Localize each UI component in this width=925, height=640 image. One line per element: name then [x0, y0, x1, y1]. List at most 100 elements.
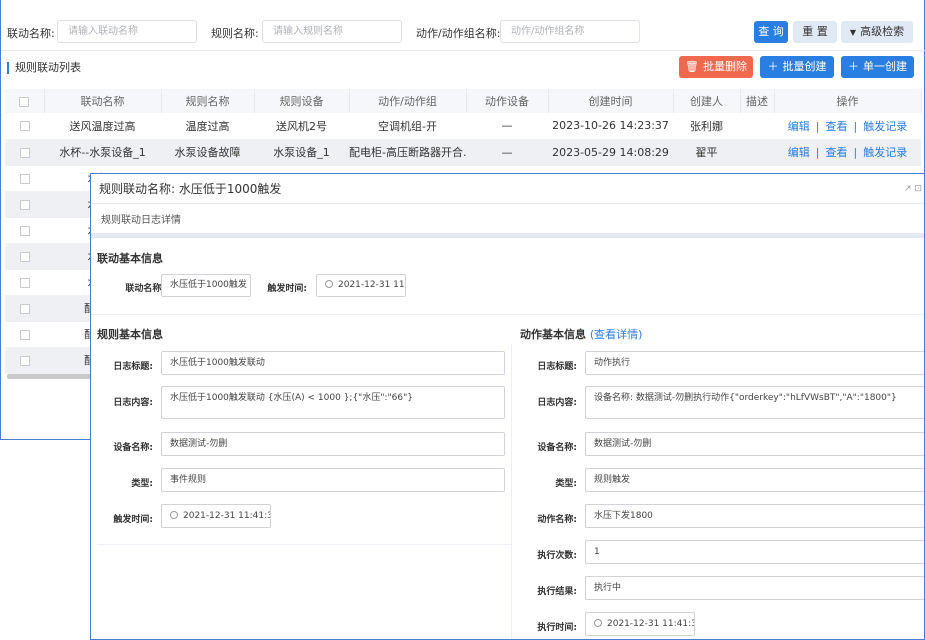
rule-section-title: 规则基本信息 [97, 328, 163, 341]
linkage-name-label: 联动名称: [125, 284, 165, 294]
linkage-name-label: 联动名称: [7, 27, 55, 40]
separator: | [815, 146, 820, 159]
action-type-label: 类型: [555, 479, 577, 489]
linkage-name-input[interactable]: 请输入联动名称 [57, 20, 197, 43]
advanced-search-label: 高级检索 [860, 25, 905, 38]
batch-delete-button[interactable]: 🗑 批量删除 [679, 56, 753, 78]
row-checkbox[interactable] [5, 269, 44, 296]
row-checkbox[interactable] [5, 243, 44, 270]
rule-type-label: 类型: [131, 479, 153, 489]
batch-delete-label: 批量删除 [702, 60, 747, 73]
table-cell: 送风温度过高 [44, 113, 161, 140]
trigger-log-link[interactable]: 触发记录 [863, 146, 907, 159]
table-cell: 2023-05-29 14:08:29 [548, 139, 673, 166]
exec-result-field[interactable]: 执行中 [585, 576, 924, 600]
table-row[interactable]: 送风温度过高 温度过高 送风机2号 空调机组-开 —2023-10-26 14:23:3… [5, 113, 921, 140]
table-cell: 温度过高 [161, 113, 254, 140]
table-row[interactable]: 水杯--水泵设备_1 水泵设备故障 水泵设备_1 配电柜-高压断路器开合... —202… [5, 139, 921, 166]
rule-log-title-field[interactable]: 水压低于1000触发联动 [161, 351, 505, 375]
view-link[interactable]: 查看 [826, 120, 848, 133]
row-actions: 编辑 | 查看 | 触发记录 [774, 139, 921, 166]
exec-time-field[interactable]: 2021-12-31 11:41:38 [585, 612, 695, 636]
trash-icon: 🗑 [685, 60, 699, 73]
expand-icon[interactable]: ↗ ⊡ [904, 184, 922, 194]
exec-count-field[interactable]: 1 [585, 540, 924, 564]
action-log-content-field[interactable]: 设备名称: 数据测试-勿删执行动作{"orderkey":"hLfVWsBT",… [585, 386, 924, 419]
exec-time-label: 执行时间: [537, 623, 577, 633]
batch-create-label: 批量创建 [782, 60, 827, 73]
view-details-link[interactable]: (查看详情) [590, 328, 643, 341]
dialog-subtitle: 规则联动日志详情 [91, 204, 924, 238]
table-cell: — [466, 113, 548, 140]
separator: | [815, 119, 820, 133]
action-section-title: 动作基本信息 (查看详情) [520, 326, 642, 342]
clock-icon [170, 511, 178, 519]
table-cell: 张利娜 [673, 113, 740, 140]
row-checkbox[interactable] [5, 165, 44, 192]
row-checkbox[interactable] [5, 295, 44, 322]
linkage-log-dialog: 规则联动名称: 水压低于1000触发 ↗ ⊡ 规则联动日志详情 联动基本信息 联… [90, 173, 925, 640]
reset-button[interactable]: 重 置 [793, 21, 837, 43]
row-actions: 编辑 | 查看 | 触发记录 [774, 113, 921, 140]
rule-device-label: 设备名称: [113, 443, 153, 453]
exec-count-label: 执行次数: [537, 551, 577, 561]
table-cell: 送风机2号 [254, 113, 349, 140]
linkage-name-field[interactable]: 水压低于1000触发 [161, 274, 251, 297]
table-cell: 水泵设备_1 [254, 139, 349, 166]
table-cell: 空调机组-开 [349, 113, 466, 140]
column-header: 动作设备 [466, 89, 549, 113]
table-cell: 翟平 [673, 139, 740, 166]
caret-down-icon: ▼ [849, 28, 857, 37]
single-create-button[interactable]: ＋ 单一创建 [841, 56, 914, 78]
table-cell: 配电柜-高压断路器开合... [349, 139, 466, 166]
row-checkbox[interactable] [5, 321, 44, 348]
column-header: 操作 [774, 89, 922, 113]
action-name-label: 动作名称: [537, 515, 577, 525]
exec-result-label: 执行结果: [537, 587, 577, 597]
action-section-label: 动作基本信息 [520, 328, 586, 341]
action-name-field[interactable]: 水压下发1800 [585, 504, 924, 528]
trigger-time-field[interactable]: 2021-12-31 11:41:3 [316, 274, 406, 297]
row-checkbox[interactable] [5, 113, 44, 140]
column-header: 规则名称 [161, 89, 255, 113]
select-all-checkbox[interactable] [5, 89, 45, 113]
action-type-field[interactable]: 规则触发 [585, 468, 924, 492]
batch-create-button[interactable]: ＋批量创建 [760, 56, 834, 78]
search-bar: 联动名称: 请输入联动名称 规则名称: 请输入规则名称 动作/动作组名称: 动作… [1, 18, 925, 46]
advanced-search-button[interactable]: ▼ 高级检索 [841, 21, 913, 43]
rule-name-input[interactable]: 请输入规则名称 [262, 20, 402, 43]
view-link[interactable]: 查看 [826, 146, 848, 159]
trigger-time-label: 触发时间: [267, 284, 307, 294]
action-name-label: 动作/动作组名称: [416, 27, 501, 40]
rule-trigger-time-field[interactable]: 2021-12-31 11:41:38 [161, 504, 271, 528]
separator: | [853, 119, 858, 133]
edit-link[interactable]: 编辑 [788, 120, 810, 133]
plus-icon: ＋ [767, 60, 779, 73]
action-name-input[interactable]: 动作/动作组名称 [500, 20, 640, 43]
row-checkbox[interactable] [5, 347, 44, 374]
query-button[interactable]: 查 询 [754, 21, 788, 43]
rule-name-label: 规则名称: [211, 27, 259, 40]
column-header: 联动名称 [44, 89, 162, 113]
row-checkbox[interactable] [5, 191, 44, 218]
table-cell [740, 139, 774, 166]
table-cell: — [466, 139, 548, 166]
rule-type-field[interactable]: 事件规则 [161, 468, 505, 492]
rule-device-field[interactable]: 数据测试-勿删 [161, 432, 505, 456]
rule-trigger-time-label: 触发时间: [113, 515, 153, 525]
divider [91, 314, 924, 315]
row-checkbox[interactable] [5, 139, 44, 166]
table-cell: 2023-10-26 14:23:37 [548, 113, 673, 140]
rule-trigger-time-value: 2021-12-31 11:41:38 [183, 511, 271, 521]
action-device-label: 设备名称: [537, 443, 577, 453]
action-device-field[interactable]: 数据测试-勿删 [585, 432, 924, 456]
dialog-title: 规则联动名称: 水压低于1000触发 [91, 174, 924, 204]
column-header: 创建时间 [548, 89, 674, 113]
single-create-label: 单一创建 [863, 60, 907, 73]
action-log-title-label: 日志标题: [537, 362, 577, 372]
action-log-title-field[interactable]: 动作执行 [585, 351, 924, 375]
rule-log-content-field[interactable]: 水压低于1000触发联动 {水压(A) < 1000 };{"水压":"66"} [161, 386, 505, 419]
trigger-log-link[interactable]: 触发记录 [863, 120, 907, 133]
row-checkbox[interactable] [5, 217, 44, 244]
edit-link[interactable]: 编辑 [788, 146, 810, 159]
